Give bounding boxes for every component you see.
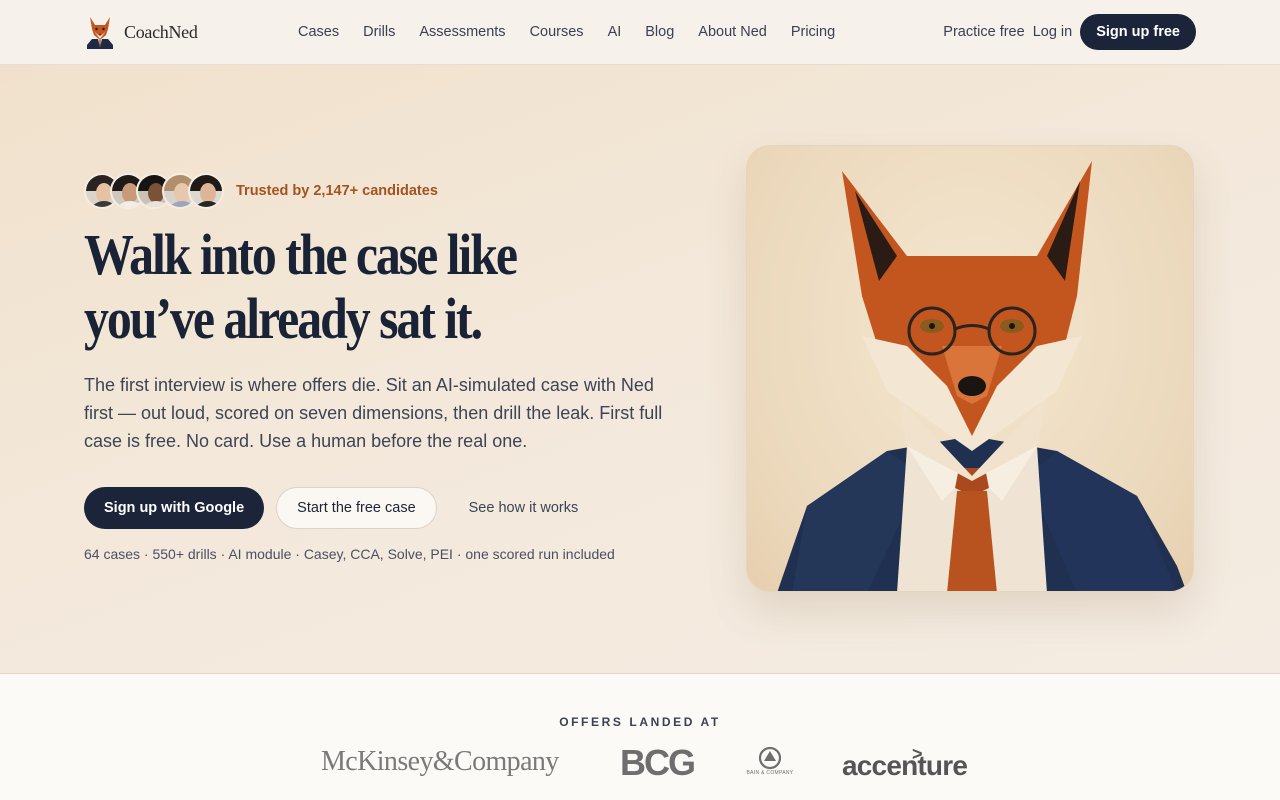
- bain-mark-icon: [758, 746, 782, 770]
- brand-logo[interactable]: CoachNed: [84, 14, 198, 50]
- fox-in-suit-illustration: [777, 161, 1187, 591]
- avatar: [188, 173, 224, 209]
- accenture-chevron-icon: >: [912, 744, 923, 764]
- google-signup-button[interactable]: Sign up with Google: [84, 487, 265, 529]
- nav-link-assessments[interactable]: Assessments: [419, 22, 505, 42]
- bcg-logo: BCG: [620, 742, 696, 783]
- practice-free-link[interactable]: Practice free: [943, 24, 1024, 40]
- bain-wordmark: BAIN & COMPANY: [746, 770, 794, 776]
- login-link[interactable]: Log in: [1033, 24, 1073, 40]
- hero-section: Trusted by 2,147+ candidates Walk into t…: [0, 65, 1280, 674]
- trusted-count: Trusted by 2,147+ candidates: [236, 183, 438, 199]
- start-free-case-button[interactable]: Start the free case: [276, 487, 437, 529]
- offers-label: OFFERS LANDED AT: [559, 715, 721, 729]
- how-it-works-link[interactable]: See how it works: [469, 500, 579, 516]
- hero-illustration: [746, 145, 1194, 592]
- hero-subcopy: The first interview is where offers die.…: [84, 375, 663, 451]
- bain-logo: BAIN & COMPANY: [745, 746, 795, 778]
- nav-link-about[interactable]: About Ned: [698, 22, 767, 42]
- nav-link-blog[interactable]: Blog: [645, 22, 674, 42]
- signup-button[interactable]: Sign up free: [1080, 14, 1196, 50]
- nav-link-pricing[interactable]: Pricing: [791, 22, 835, 42]
- trusted-by: Trusted by 2,147+ candidates: [84, 173, 438, 209]
- accenture-logo: accenture: [842, 750, 968, 781]
- nav-links: Cases Drills Assessments Courses AI Blog…: [298, 22, 859, 42]
- mckinsey-logo: McKinsey&Company: [321, 746, 559, 777]
- nav-link-cases[interactable]: Cases: [298, 22, 339, 42]
- hero-meta: 64 cases · 550+ drills · AI module · Cas…: [84, 546, 615, 562]
- logo-strip: OFFERS LANDED AT McKinsey&Company BCG BA…: [0, 674, 1280, 800]
- fox-head-icon: [84, 15, 116, 49]
- nav-actions: Practice free Log in Sign up free: [943, 14, 1196, 50]
- brand-name: CoachNed: [124, 21, 198, 42]
- page-title: Walk into the case like you’ve already s…: [84, 222, 518, 351]
- top-nav: CoachNed Cases Drills Assessments Course…: [0, 0, 1280, 65]
- nav-link-ai[interactable]: AI: [608, 22, 622, 42]
- avatar-stack: [84, 173, 224, 209]
- nav-link-courses[interactable]: Courses: [530, 22, 584, 42]
- cta-row: Sign up with Google Start the free case …: [84, 487, 578, 529]
- nav-link-drills[interactable]: Drills: [363, 22, 395, 42]
